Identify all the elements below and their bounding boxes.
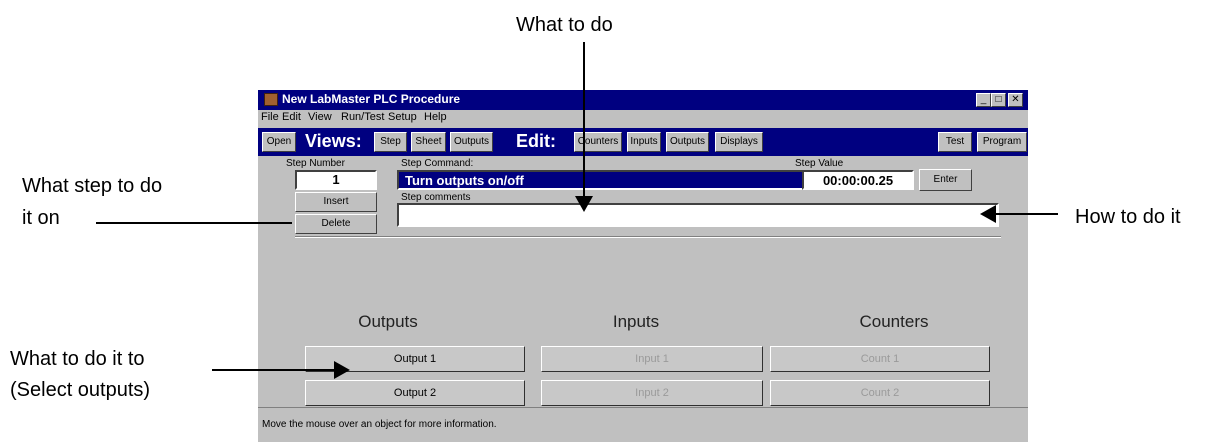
view-sheet-button[interactable]: Sheet	[411, 132, 446, 152]
maximize-button[interactable]: □	[991, 93, 1006, 107]
step-number-label: Step Number	[286, 158, 345, 169]
menu-view[interactable]: View	[308, 111, 332, 123]
step-number-value: 1	[332, 172, 340, 187]
inputs-title: Inputs	[612, 312, 660, 331]
view-outputs-button[interactable]: Outputs	[450, 132, 493, 152]
counters-title: Counters	[859, 312, 929, 331]
edit-counters-button[interactable]: Counters	[574, 132, 622, 152]
step-command-value: Turn outputs on/off	[405, 173, 524, 188]
input-1-button: Input 1	[541, 346, 763, 372]
app-icon	[264, 93, 278, 106]
step-command-select[interactable]: Turn outputs on/off ▼	[397, 170, 829, 190]
outputs-title: Outputs	[358, 312, 418, 331]
views-label: Views:	[305, 131, 362, 151]
step-number-field[interactable]: 1	[295, 170, 377, 190]
menu-bar: File Edit View Run/Test Setup Help	[258, 110, 1028, 126]
edit-label: Edit:	[516, 131, 556, 151]
annotation-what-to-do: What to do	[516, 14, 613, 36]
menu-file[interactable]: File	[261, 111, 279, 123]
output-2-button[interactable]: Output 2	[305, 380, 525, 406]
program-button[interactable]: Program	[977, 132, 1027, 152]
step-value-text: 00:00:00.25	[822, 173, 894, 188]
step-comments-label: Step comments	[401, 192, 471, 203]
edit-outputs-button[interactable]: Outputs	[666, 132, 709, 152]
minimize-button[interactable]: _	[976, 93, 991, 107]
annotation-what-step-line1: What step to do	[22, 175, 163, 197]
view-step-button[interactable]: Step	[374, 132, 407, 152]
labmaster-window: New LabMaster PLC Procedure _ □ ✕ File E…	[258, 90, 1028, 442]
step-comments-field[interactable]	[397, 203, 999, 227]
close-button[interactable]: ✕	[1008, 93, 1023, 107]
open-button[interactable]: Open	[262, 132, 296, 152]
output-1-button[interactable]: Output 1	[305, 346, 525, 372]
step-command-label: Step Command:	[401, 158, 474, 169]
menu-help[interactable]: Help	[424, 111, 447, 123]
menu-setup[interactable]: Setup	[388, 111, 417, 123]
window-title: New LabMaster PLC Procedure	[282, 92, 461, 106]
count-1-button: Count 1	[770, 346, 990, 372]
step-value-field[interactable]: 00:00:00.25	[802, 170, 914, 190]
menu-edit[interactable]: Edit	[282, 111, 301, 123]
insert-button[interactable]: Insert	[295, 192, 377, 212]
edit-inputs-button[interactable]: Inputs	[627, 132, 661, 152]
annotation-target-line2: (Select outputs)	[10, 379, 151, 401]
edit-displays-button[interactable]: Displays	[715, 132, 763, 152]
toolbar: Open Views: Step Sheet Outputs Edit: Cou…	[258, 128, 1028, 156]
input-2-button: Input 2	[541, 380, 763, 406]
test-button[interactable]: Test	[938, 132, 972, 152]
annotation-how-to-do-it: How to do it	[1075, 206, 1181, 228]
annotation-what-step-line2: it on	[22, 207, 60, 229]
delete-button[interactable]: Delete	[295, 214, 377, 234]
status-bar: Move the mouse over an object for more i…	[258, 407, 1028, 442]
title-bar: New LabMaster PLC Procedure _ □ ✕	[258, 90, 1028, 110]
annotation-target-line1: What to do it to	[10, 348, 145, 370]
count-2-button: Count 2	[770, 380, 990, 406]
enter-button[interactable]: Enter	[919, 169, 972, 191]
menu-run-test[interactable]: Run/Test	[341, 111, 384, 123]
divider	[295, 236, 1001, 238]
step-value-label: Step Value	[795, 158, 844, 169]
